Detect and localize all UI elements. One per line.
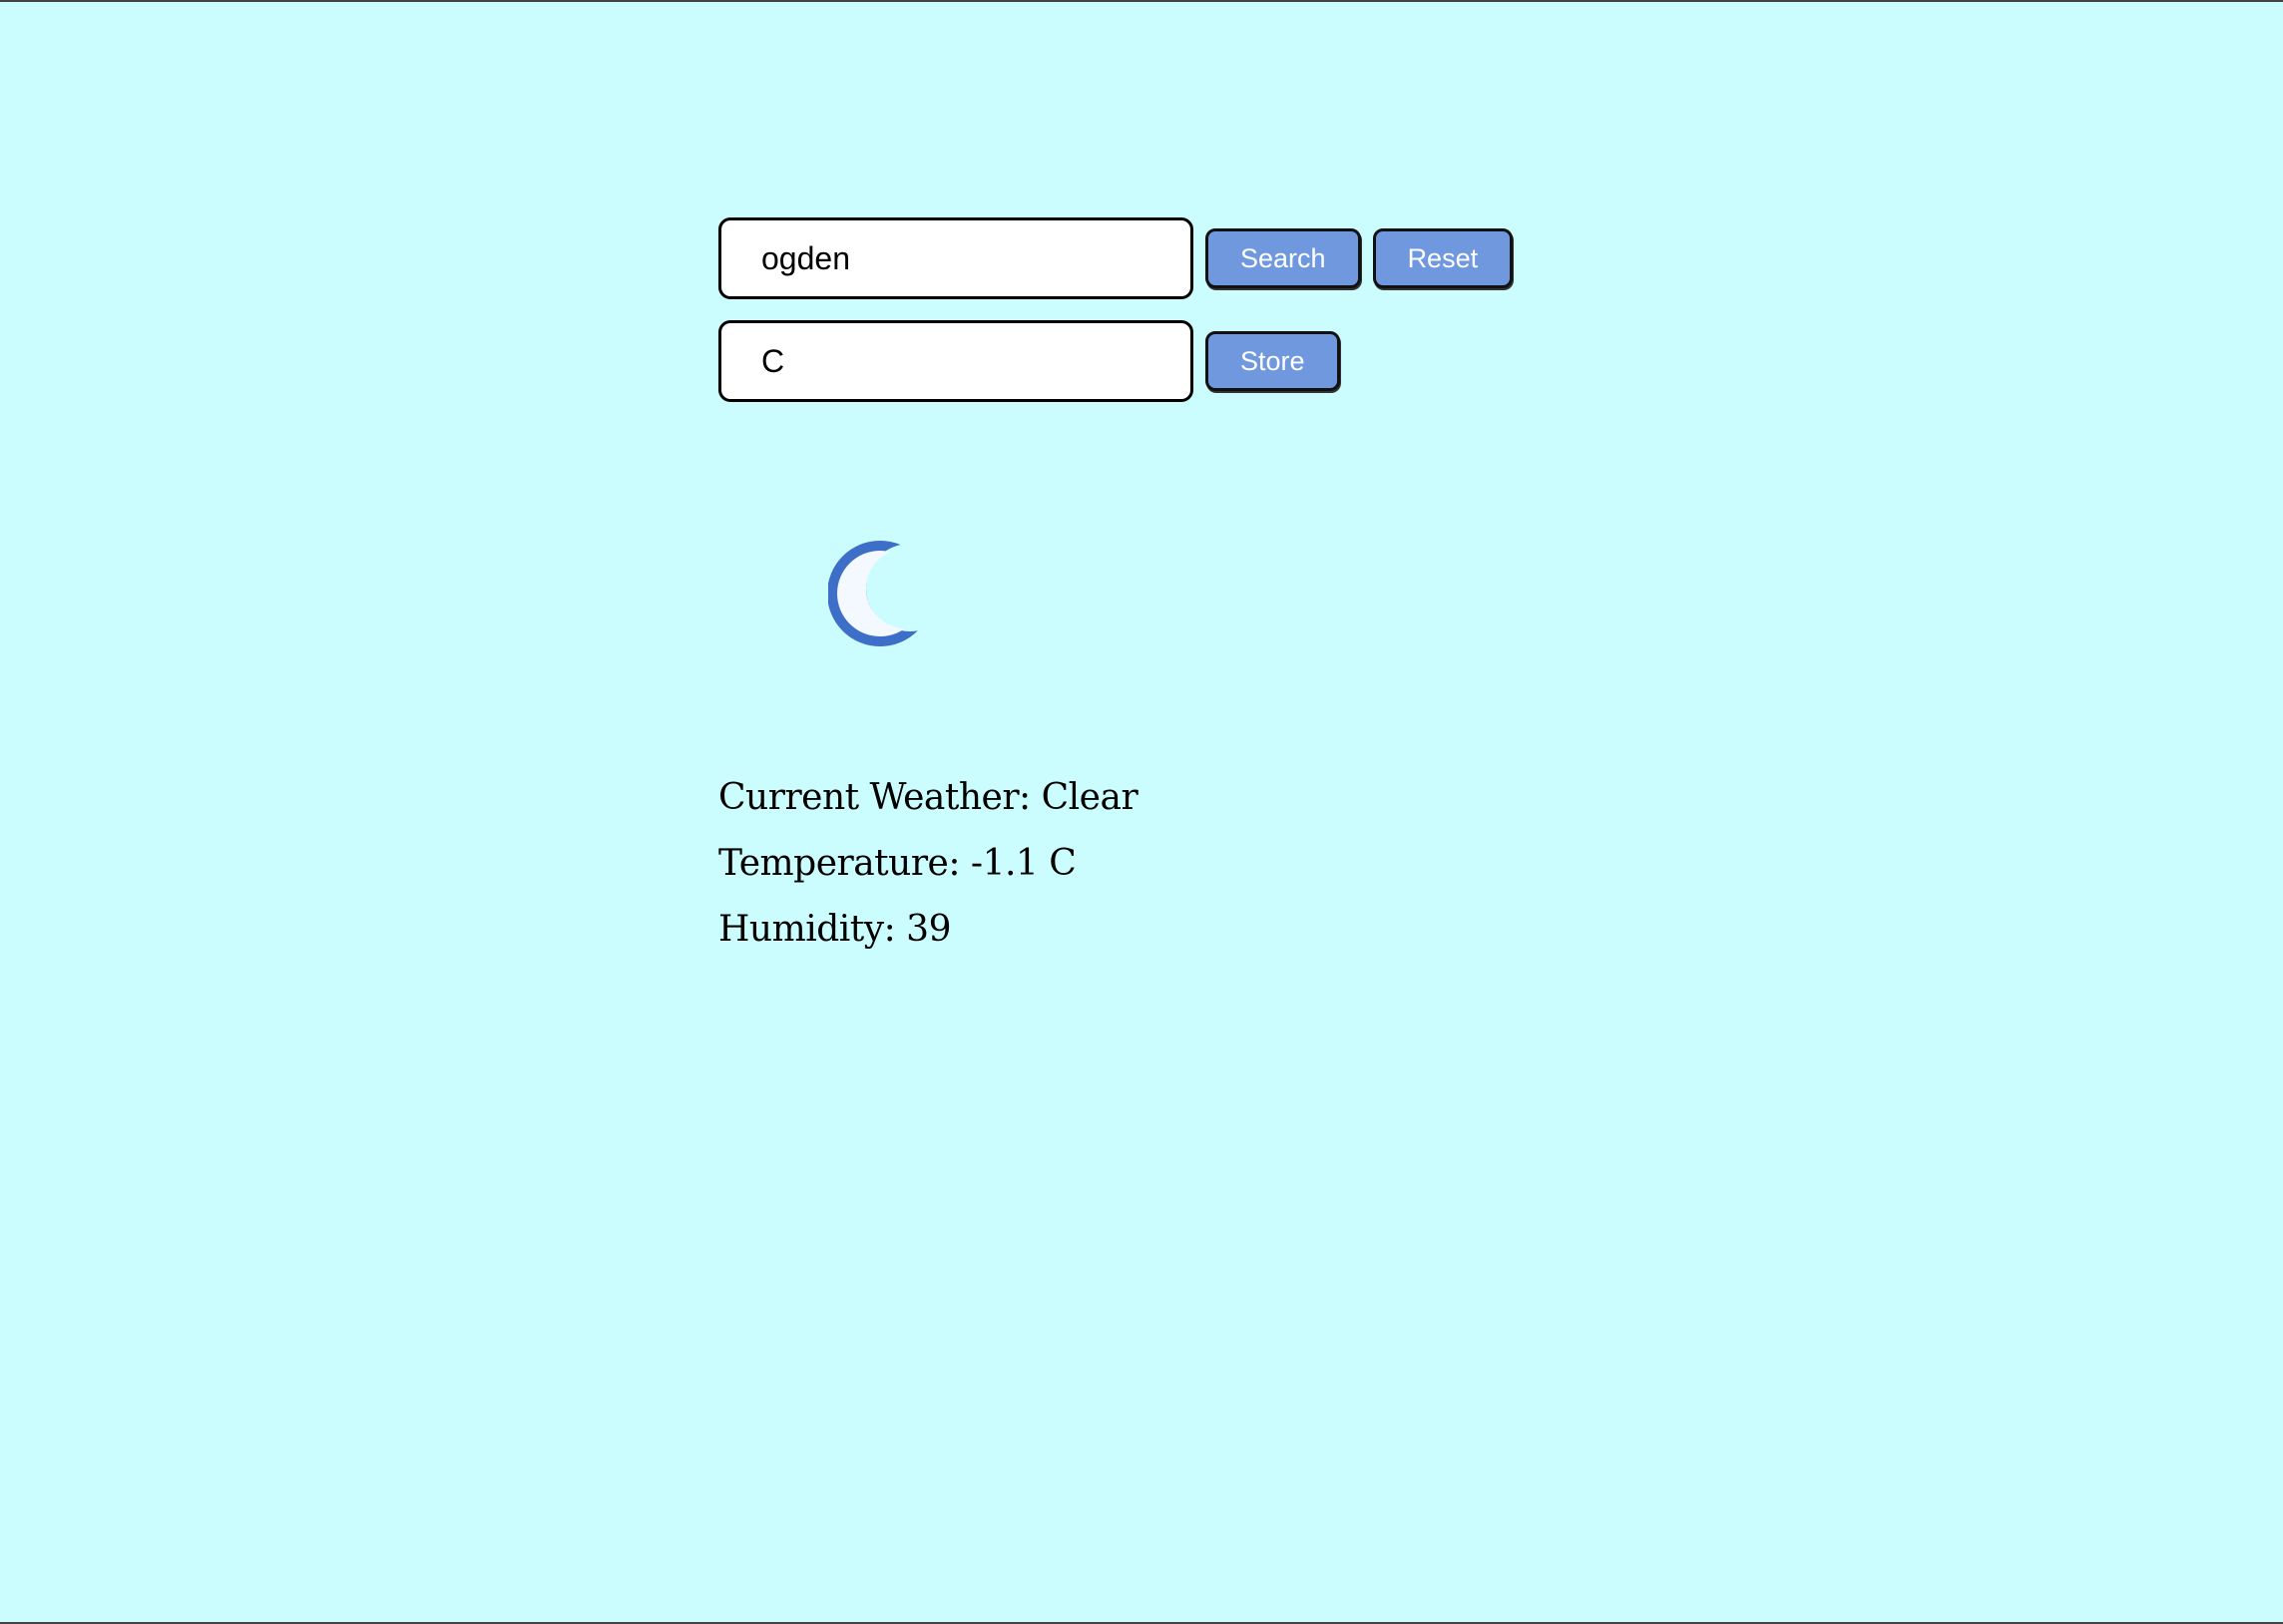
moon-icon bbox=[827, 541, 933, 646]
city-search-input[interactable] bbox=[718, 217, 1193, 299]
search-row: Search Reset bbox=[718, 217, 1514, 299]
search-button[interactable]: Search bbox=[1205, 228, 1361, 288]
reset-button[interactable]: Reset bbox=[1372, 228, 1514, 288]
current-weather-text: Current Weather: Clear bbox=[718, 777, 1139, 818]
unit-row: Store bbox=[718, 320, 1340, 402]
weather-info: Current Weather: Clear Temperature: -1.1… bbox=[718, 770, 1139, 968]
store-button[interactable]: Store bbox=[1205, 331, 1340, 391]
humidity-text: Humidity: 39 bbox=[718, 909, 951, 950]
unit-input[interactable] bbox=[718, 320, 1193, 402]
temperature-text: Temperature: -1.1 C bbox=[718, 843, 1077, 884]
weather-icon-container bbox=[827, 536, 933, 650]
